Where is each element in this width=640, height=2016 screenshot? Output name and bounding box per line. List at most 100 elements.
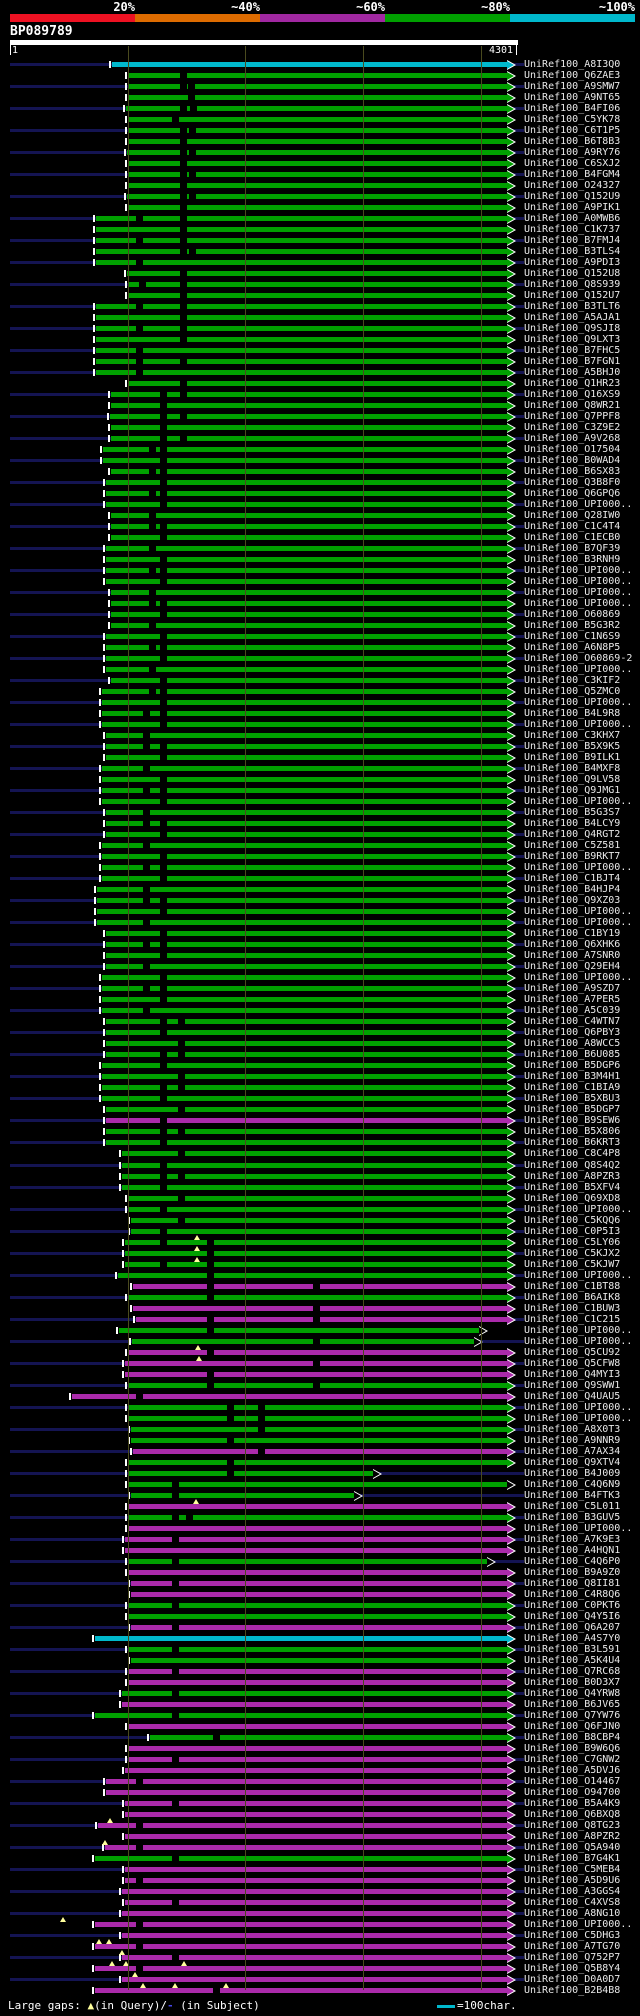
hit-label[interactable]: UniRef100_B3RNH9 bbox=[524, 555, 620, 565]
hit-label[interactable]: UniRef100_Q9XZ03 bbox=[524, 896, 620, 906]
hit-label[interactable]: UniRef100_C1BT88 bbox=[524, 1281, 620, 1292]
hit-label[interactable]: UniRef100_A7SNR0 bbox=[524, 951, 620, 961]
alignment-row[interactable]: UniRef100_UPI000.. bbox=[0, 576, 640, 588]
alignment-row[interactable]: UniRef100_B7QF39 bbox=[0, 543, 640, 555]
alignment-bar[interactable] bbox=[133, 1283, 507, 1289]
alignment-row[interactable]: UniRef100_A4HQN1 bbox=[0, 1545, 640, 1556]
alignment-row[interactable]: UniRef100_Q7PPF8 bbox=[0, 411, 640, 423]
hit-label[interactable]: UniRef100_C4R8Q6 bbox=[524, 1589, 620, 1600]
alignment-bar[interactable] bbox=[94, 1855, 507, 1861]
hit-label[interactable]: UniRef100_C3Z9E2 bbox=[524, 423, 620, 433]
alignment-row[interactable]: UniRef100_A8NG10 bbox=[0, 1908, 640, 1919]
alignment-row[interactable]: UniRef100_UPI000.. bbox=[0, 862, 640, 874]
alignment-row[interactable]: UniRef100_Q5CFW8 bbox=[0, 1355, 640, 1369]
alignment-row[interactable]: UniRef100_B3M4H1 bbox=[0, 1071, 640, 1083]
alignment-row[interactable]: UniRef100_A5AJA1 bbox=[0, 312, 640, 324]
alignment-bar[interactable] bbox=[125, 1536, 507, 1542]
hit-label[interactable]: UniRef100_UPI000.. bbox=[524, 1402, 632, 1413]
alignment-bar[interactable] bbox=[127, 1459, 507, 1465]
hit-label[interactable]: UniRef100_UPI000.. bbox=[524, 1919, 632, 1930]
hit-label[interactable]: UniRef100_B3L591 bbox=[524, 1644, 620, 1655]
hit-label[interactable]: UniRef100_A9PDI3 bbox=[524, 258, 620, 268]
alignment-bar[interactable] bbox=[106, 667, 507, 673]
alignment-row[interactable]: UniRef100_O94700 bbox=[0, 1787, 640, 1798]
alignment-row[interactable]: UniRef100_UPI000.. bbox=[0, 1325, 640, 1336]
alignment-bar[interactable] bbox=[95, 370, 507, 376]
alignment-row[interactable]: UniRef100_Q5B8Y4 bbox=[0, 1960, 640, 1974]
hit-label[interactable]: UniRef100_UPI000.. bbox=[524, 599, 632, 609]
alignment-bar[interactable] bbox=[125, 1547, 507, 1553]
alignment-row[interactable]: UniRef100_C1BT88 bbox=[0, 1281, 640, 1292]
alignment-row[interactable]: UniRef100_B3RNH9 bbox=[0, 554, 640, 566]
alignment-bar[interactable] bbox=[125, 1250, 507, 1256]
hit-label[interactable]: UniRef100_A9V268 bbox=[524, 434, 620, 444]
hit-label[interactable]: UniRef100_Q8TG23 bbox=[524, 1820, 620, 1831]
hit-label[interactable]: UniRef100_A8X0T3 bbox=[524, 1424, 620, 1435]
hit-label[interactable]: UniRef100_Q9XTV4 bbox=[524, 1457, 620, 1468]
alignment-bar[interactable] bbox=[125, 1261, 507, 1267]
alignment-row[interactable]: UniRef100_B7FGN1 bbox=[0, 356, 640, 368]
alignment-row[interactable]: UniRef100_A8PZR2 bbox=[0, 1831, 640, 1842]
hit-label[interactable]: UniRef100_Q6FJN0 bbox=[524, 1721, 620, 1732]
hit-label[interactable]: UniRef100_A5BHJ0 bbox=[524, 368, 620, 378]
alignment-bar[interactable] bbox=[127, 1514, 507, 1520]
alignment-bar[interactable] bbox=[131, 1426, 507, 1432]
alignment-bar[interactable] bbox=[111, 469, 507, 475]
alignment-bar[interactable] bbox=[106, 733, 507, 739]
alignment-row[interactable]: UniRef100_B4L9R8 bbox=[0, 708, 640, 720]
hit-label[interactable]: UniRef100_C1BY19 bbox=[524, 929, 620, 939]
hit-label[interactable]: UniRef100_UPI000.. bbox=[524, 1523, 632, 1534]
alignment-bar[interactable] bbox=[95, 359, 507, 365]
hit-label[interactable]: UniRef100_B9W6Q6 bbox=[524, 1743, 620, 1754]
hit-label[interactable]: UniRef100_A5DVJ6 bbox=[524, 1765, 620, 1776]
alignment-row[interactable]: UniRef100_B5DGP6 bbox=[0, 1060, 640, 1072]
hit-label[interactable]: UniRef100_B4J009 bbox=[524, 1468, 620, 1479]
hit-label[interactable]: UniRef100_B4FTK3 bbox=[524, 1490, 620, 1501]
hit-label[interactable]: UniRef100_B0WAD4 bbox=[524, 456, 620, 466]
alignment-row[interactable]: UniRef100_B5G3S7 bbox=[0, 807, 640, 819]
alignment-bar[interactable] bbox=[127, 1679, 507, 1685]
hit-label[interactable]: UniRef100_C5L011 bbox=[524, 1501, 620, 1512]
alignment-bar[interactable] bbox=[127, 1569, 507, 1575]
alignment-bar[interactable] bbox=[119, 1327, 479, 1333]
hit-label[interactable]: UniRef100_B6U085 bbox=[524, 1050, 620, 1060]
alignment-row[interactable]: UniRef100_O24327 bbox=[0, 180, 640, 192]
alignment-bar[interactable] bbox=[95, 260, 507, 266]
hit-label[interactable]: UniRef100_B3TLS4 bbox=[524, 247, 620, 257]
alignment-row[interactable]: UniRef100_B7FHC5 bbox=[0, 345, 640, 357]
alignment-row[interactable]: UniRef100_A9PDI3 bbox=[0, 257, 640, 269]
alignment-bar[interactable] bbox=[96, 909, 507, 915]
alignment-row[interactable]: UniRef100_B5XFV4 bbox=[0, 1182, 640, 1193]
alignment-bar[interactable] bbox=[106, 1107, 507, 1113]
alignment-row[interactable]: UniRef100_A5K4U4 bbox=[0, 1655, 640, 1666]
alignment-row[interactable]: UniRef100_UPI000.. bbox=[0, 719, 640, 731]
alignment-row[interactable]: UniRef100_Q9LV58 bbox=[0, 774, 640, 786]
hit-label[interactable]: UniRef100_UPI000.. bbox=[524, 698, 632, 708]
hit-label[interactable]: UniRef100_A4HQN1 bbox=[524, 1545, 620, 1556]
alignment-bar[interactable] bbox=[121, 1184, 507, 1190]
alignment-row[interactable]: UniRef100_Q9SJI8 bbox=[0, 323, 640, 335]
alignment-bar[interactable] bbox=[131, 1228, 507, 1234]
alignment-bar[interactable] bbox=[127, 1723, 507, 1729]
hit-label[interactable]: UniRef100_A9SZD7 bbox=[524, 984, 620, 994]
hit-label[interactable]: UniRef100_Q3B8F0 bbox=[524, 478, 620, 488]
hit-label[interactable]: UniRef100_UPI000.. bbox=[524, 1413, 632, 1424]
alignment-bar[interactable] bbox=[127, 1294, 507, 1300]
alignment-bar[interactable] bbox=[111, 535, 507, 541]
alignment-bar[interactable] bbox=[106, 1789, 507, 1795]
alignment-bar[interactable] bbox=[111, 601, 507, 607]
alignment-row[interactable]: UniRef100_Q8II81 bbox=[0, 1578, 640, 1589]
alignment-row[interactable]: UniRef100_UPI000.. bbox=[0, 796, 640, 808]
hit-label[interactable]: UniRef100_Q29EH4 bbox=[524, 962, 620, 972]
alignment-bar[interactable] bbox=[95, 249, 507, 255]
alignment-bar[interactable] bbox=[111, 392, 507, 398]
hit-label[interactable]: UniRef100_UPI000.. bbox=[524, 797, 632, 807]
alignment-bar[interactable] bbox=[121, 1954, 507, 1960]
hit-label[interactable]: UniRef100_C4WTN7 bbox=[524, 1017, 620, 1027]
alignment-row[interactable]: UniRef100_A6N8P5 bbox=[0, 642, 640, 654]
alignment-row[interactable]: UniRef100_UPI000.. bbox=[0, 906, 640, 918]
alignment-row[interactable]: UniRef100_B3TLS4 bbox=[0, 246, 640, 258]
alignment-bar[interactable] bbox=[96, 887, 507, 893]
hit-label[interactable]: UniRef100_A5K4U4 bbox=[524, 1655, 620, 1666]
hit-label[interactable]: UniRef100_Q5CFW8 bbox=[524, 1358, 620, 1369]
